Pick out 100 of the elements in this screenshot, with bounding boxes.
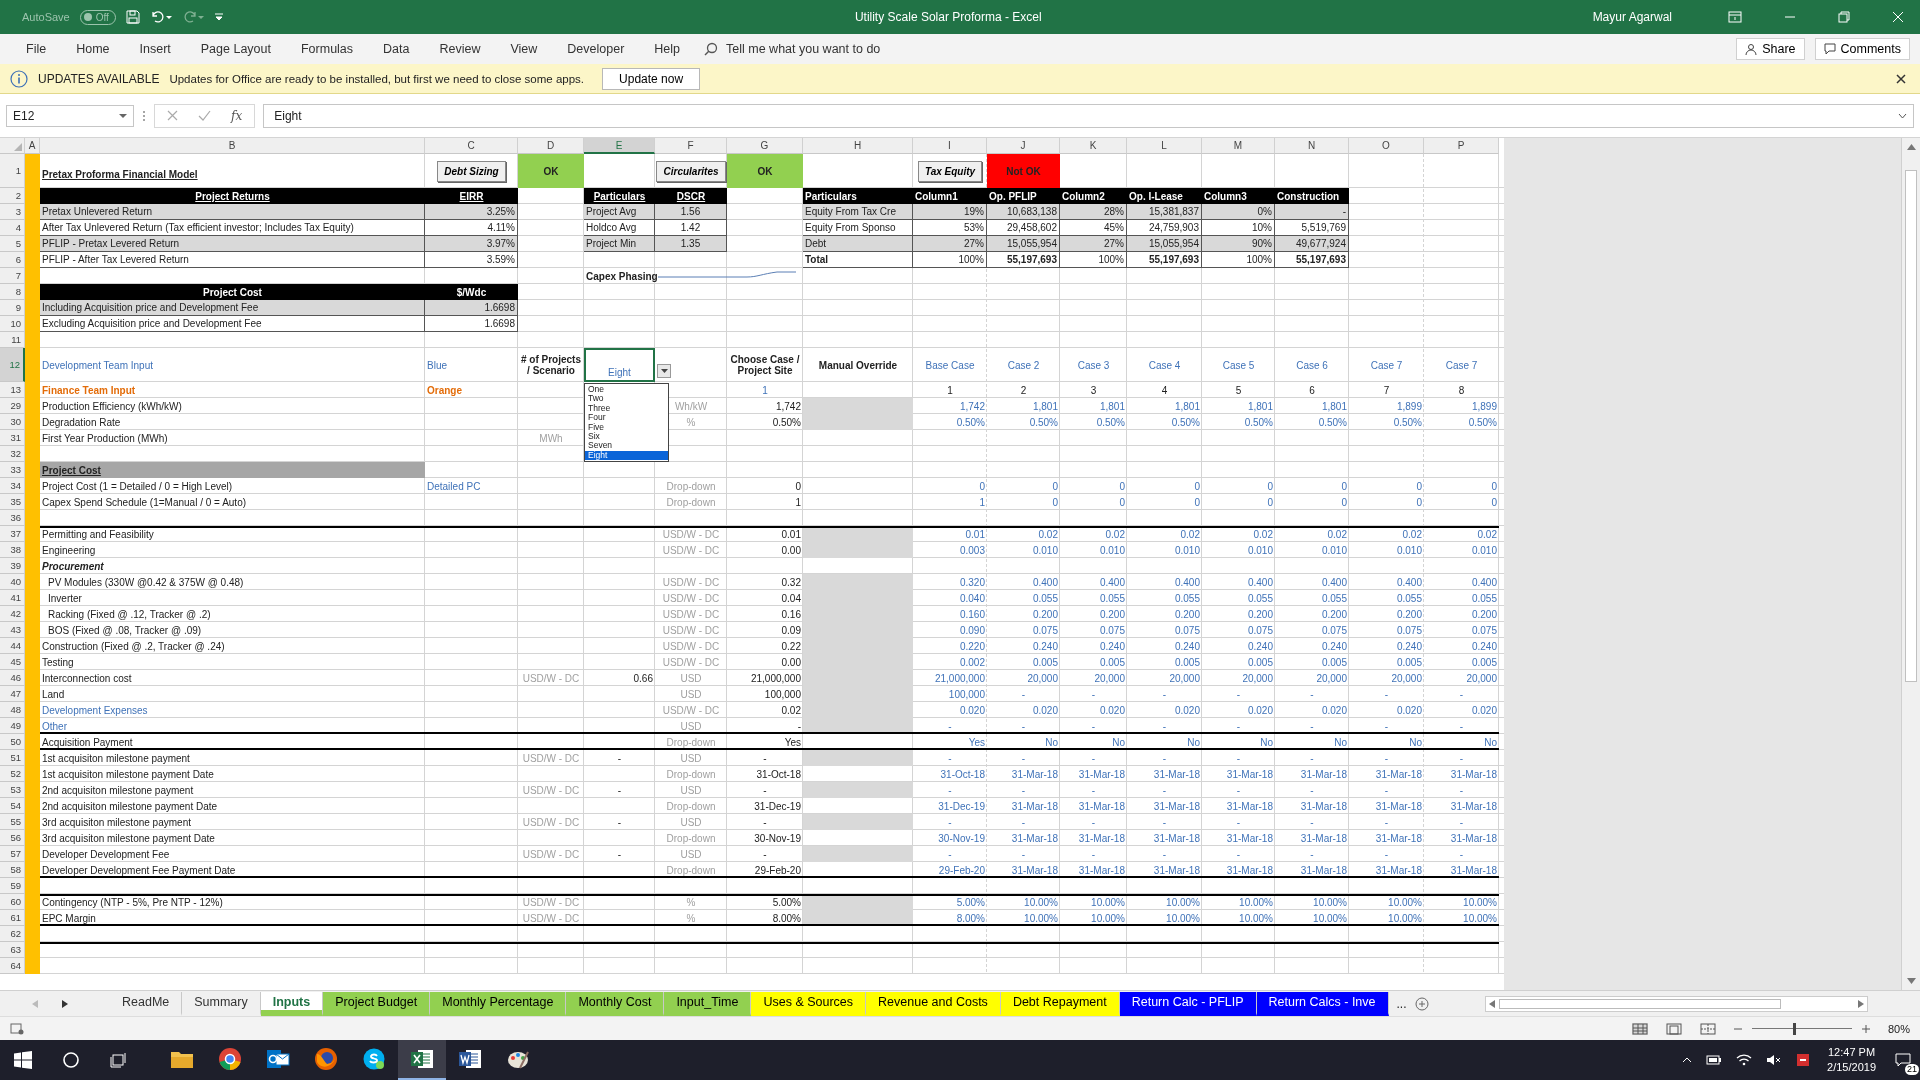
- macro-record-icon[interactable]: [10, 1022, 24, 1035]
- row-header[interactable]: 32: [0, 446, 25, 462]
- scroll-down-icon[interactable]: [1906, 978, 1916, 984]
- column-header[interactable]: G: [727, 138, 803, 154]
- row-header[interactable]: 63: [0, 942, 25, 958]
- add-sheet-icon[interactable]: [1414, 996, 1429, 1011]
- normal-view-icon[interactable]: [1631, 1022, 1648, 1035]
- column-header[interactable]: P: [1424, 138, 1499, 154]
- row-header[interactable]: 43: [0, 622, 25, 638]
- row-header[interactable]: 13: [0, 382, 25, 398]
- zoom-in-icon[interactable]: [1861, 1024, 1870, 1033]
- row-header[interactable]: 49: [0, 718, 25, 734]
- ribbon-tab[interactable]: View: [498, 38, 550, 60]
- row-header[interactable]: 37: [0, 526, 25, 542]
- sheet-tab[interactable]: Input_Time: [664, 991, 752, 1016]
- row-header[interactable]: 34: [0, 478, 25, 494]
- scroll-up-icon[interactable]: [1906, 144, 1916, 150]
- row-header[interactable]: 55: [0, 814, 25, 830]
- column-header[interactable]: K: [1060, 138, 1127, 154]
- column-header[interactable]: F: [655, 138, 727, 154]
- row-header[interactable]: 8: [0, 284, 25, 300]
- tell-me-field[interactable]: Tell me what you want to do: [724, 41, 929, 57]
- dropdown-option[interactable]: Five: [585, 422, 668, 432]
- expand-icon[interactable]: [1898, 112, 1907, 119]
- zoom-level[interactable]: 80%: [1887, 1022, 1910, 1035]
- column-header[interactable]: L: [1127, 138, 1202, 154]
- next-sheet-icon[interactable]: [62, 999, 68, 1008]
- row-header[interactable]: 51: [0, 750, 25, 766]
- row-header[interactable]: 52: [0, 766, 25, 782]
- row-header[interactable]: 2: [0, 188, 25, 204]
- row-header[interactable]: 10: [0, 316, 25, 332]
- row-header[interactable]: 31: [0, 430, 25, 446]
- dropdown-option[interactable]: Three: [585, 403, 668, 414]
- row-header[interactable]: 64: [0, 958, 25, 974]
- page-layout-icon[interactable]: [1665, 1022, 1682, 1035]
- row-header[interactable]: 5: [0, 236, 25, 252]
- sheet-tab[interactable]: Debt Repayment: [1000, 991, 1120, 1016]
- sheet-tab[interactable]: Uses & Sources: [751, 991, 867, 1016]
- more-tabs[interactable]: ...: [1396, 996, 1407, 1011]
- row-header[interactable]: 41: [0, 590, 25, 606]
- row-header[interactable]: 46: [0, 670, 25, 686]
- battery-icon[interactable]: [1706, 1055, 1723, 1065]
- ribbon-tab[interactable]: Review: [427, 38, 493, 60]
- row-header[interactable]: 36: [0, 510, 25, 526]
- sheet-button[interactable]: Circularites: [656, 160, 726, 182]
- search-circle-icon[interactable]: [62, 1051, 80, 1069]
- row-header[interactable]: 40: [0, 574, 25, 590]
- shield-icon[interactable]: [1796, 1053, 1811, 1067]
- sheet-tab[interactable]: Return Calcs - Inve: [1256, 991, 1389, 1016]
- column-header[interactable]: D: [518, 138, 584, 154]
- ribbon-tab[interactable]: Formulas: [288, 38, 366, 60]
- customize-icon[interactable]: [213, 11, 224, 23]
- dropdown-option[interactable]: Eight: [585, 450, 668, 461]
- ribbon-tab[interactable]: Insert: [127, 38, 183, 60]
- dropdown-button[interactable]: [657, 364, 671, 378]
- page-break-icon[interactable]: [1699, 1022, 1716, 1035]
- ribbon-tab[interactable]: Home: [64, 38, 122, 60]
- row-header[interactable]: 60: [0, 894, 25, 910]
- row-header[interactable]: 30: [0, 414, 25, 430]
- row-header[interactable]: 35: [0, 494, 25, 510]
- scroll-left-icon[interactable]: [1488, 999, 1495, 1008]
- row-header[interactable]: 44: [0, 638, 25, 654]
- ribbon-tab[interactable]: Help: [642, 38, 693, 60]
- row-header[interactable]: 11: [0, 332, 25, 348]
- row-header[interactable]: 57: [0, 846, 25, 862]
- sheet-button[interactable]: Tax Equity: [917, 160, 983, 182]
- sheet-tab[interactable]: Revenue and Costs: [866, 991, 1001, 1016]
- vertical-scrollbar[interactable]: [1901, 138, 1920, 990]
- scroll-right-icon[interactable]: [1857, 999, 1864, 1008]
- row-header[interactable]: 1: [0, 154, 25, 188]
- row-header[interactable]: 47: [0, 686, 25, 702]
- task-view-icon[interactable]: [110, 1051, 128, 1069]
- column-header[interactable]: I: [913, 138, 987, 154]
- column-header[interactable]: A: [25, 138, 40, 154]
- column-header[interactable]: O: [1349, 138, 1424, 154]
- sheet-tab[interactable]: Return Calc - PFLIP: [1119, 991, 1257, 1016]
- sheet-tab[interactable]: Monthly Cost: [566, 991, 665, 1016]
- row-header[interactable]: 33: [0, 462, 25, 478]
- ribbon-tab[interactable]: Page Layout: [188, 38, 283, 60]
- caret-down-icon[interactable]: [119, 112, 127, 119]
- sheet-tab[interactable]: Inputs: [260, 991, 324, 1016]
- column-header[interactable]: C: [425, 138, 518, 154]
- row-header[interactable]: 45: [0, 654, 25, 670]
- formula-field[interactable]: Eight: [263, 103, 1914, 128]
- row-header[interactable]: 62: [0, 926, 25, 942]
- caret-up-icon[interactable]: [1682, 1057, 1693, 1063]
- taskbar-button[interactable]: [398, 1040, 446, 1080]
- column-header[interactable]: B: [40, 138, 425, 154]
- speaker-muted-icon[interactable]: [1766, 1054, 1783, 1066]
- row-header[interactable]: 53: [0, 782, 25, 798]
- dropdown-option[interactable]: One: [585, 385, 668, 395]
- column-header[interactable]: J: [987, 138, 1060, 154]
- dropdown-option[interactable]: Two: [585, 394, 668, 404]
- row-header[interactable]: 56: [0, 830, 25, 846]
- update-button[interactable]: Update now: [602, 67, 701, 90]
- undo-icon[interactable]: [149, 10, 172, 24]
- windows-logo-icon[interactable]: [14, 1051, 32, 1069]
- selected-cell[interactable]: Eight: [584, 348, 655, 382]
- row-header[interactable]: 4: [0, 220, 25, 236]
- ribbon-tab[interactable]: File: [14, 38, 59, 60]
